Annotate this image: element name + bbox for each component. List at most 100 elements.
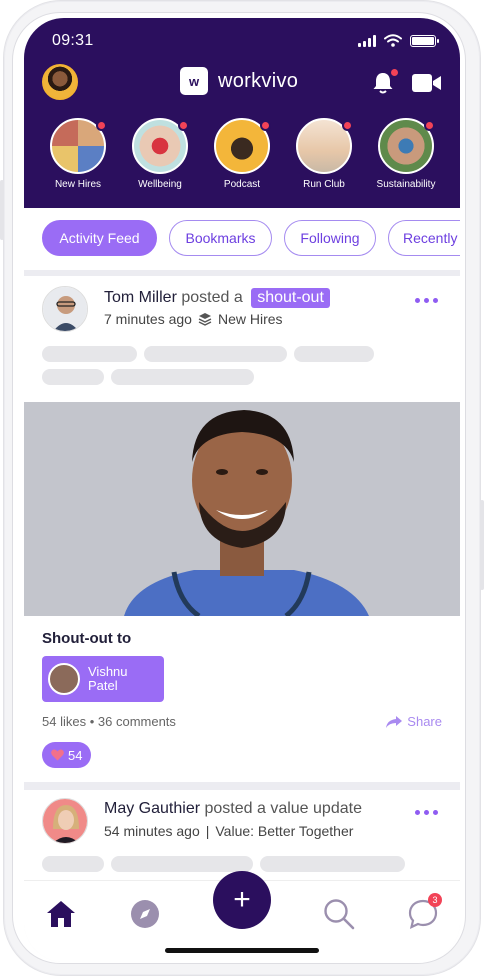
post-header: May Gauthier posted a value update: [104, 800, 362, 818]
shout-out-title: Shout-out to: [42, 630, 132, 647]
story-podcast[interactable]: Podcast: [202, 118, 282, 190]
post-photo[interactable]: [24, 402, 460, 616]
filter-recently[interactable]: Recently: [388, 220, 460, 256]
reaction-pill[interactable]: 54: [42, 742, 92, 768]
reaction-count: 54: [68, 747, 83, 763]
status-icons: [358, 34, 439, 47]
story-new-dot: [342, 120, 353, 131]
likes-count[interactable]: 54 likes: [42, 714, 86, 729]
recipient-avatar: [48, 663, 80, 695]
wifi-icon: [384, 34, 402, 47]
notification-dot: [389, 67, 400, 78]
text-placeholder: [42, 856, 104, 872]
nav-home[interactable]: [44, 897, 78, 931]
story-new-dot: [424, 120, 435, 131]
home-icon: [47, 901, 75, 927]
shout-out-recipient[interactable]: Vishnu Patel: [42, 656, 164, 702]
story-label: Run Club: [303, 179, 345, 190]
story-new-hires[interactable]: New Hires: [38, 118, 118, 190]
share-label: Share: [407, 714, 442, 729]
video-icon: [412, 74, 441, 92]
post-stats: 54 likes • 36 comments: [42, 714, 176, 729]
story-new-dot: [96, 120, 107, 131]
logo-mark: w: [180, 67, 208, 95]
text-placeholder: [144, 346, 287, 362]
video-button[interactable]: [412, 73, 442, 93]
app-screen: 09:31 w workvivo New Hires Wellbeing Pod…: [24, 18, 460, 962]
filter-activity-feed[interactable]: Activity Feed: [42, 220, 157, 256]
post-card: Tom Miller posted a shout-out 7 minutes …: [24, 276, 460, 782]
post-space[interactable]: New Hires: [218, 311, 283, 327]
author-name[interactable]: May Gauthier: [104, 800, 200, 817]
logo-text: workvivo: [218, 69, 299, 92]
story-label: Sustainability: [376, 179, 436, 190]
bottom-nav: + 3: [24, 871, 460, 962]
share-icon: [386, 715, 403, 728]
app-logo: w workvivo: [180, 67, 298, 95]
text-placeholder: [294, 346, 374, 362]
messages-badge: 3: [428, 893, 442, 907]
notifications-button[interactable]: [370, 67, 400, 96]
signal-icon: [358, 34, 376, 47]
stats-separator: •: [89, 714, 95, 729]
status-bar: 09:31: [24, 18, 460, 62]
profile-avatar[interactable]: [42, 64, 78, 100]
author-avatar[interactable]: [42, 286, 88, 332]
post-meta: 54 minutes ago | Value: Better Together: [104, 823, 353, 839]
comments-count[interactable]: 36 comments: [98, 714, 176, 729]
home-indicator: [165, 948, 319, 953]
filter-bookmarks[interactable]: Bookmarks: [169, 220, 272, 256]
story-new-dot: [260, 120, 271, 131]
status-time: 09:31: [52, 32, 94, 49]
post-action: posted a: [181, 289, 243, 306]
post-action: posted a value update: [204, 800, 362, 817]
post-header: Tom Miller posted a shout-out: [104, 288, 330, 308]
compass-icon: [131, 900, 159, 928]
story-image: [214, 118, 271, 174]
text-placeholder: [111, 856, 253, 872]
story-image: [378, 118, 435, 174]
story-label: Podcast: [223, 179, 261, 190]
phone-side-button: [0, 180, 4, 240]
stories-row: New Hires Wellbeing Podcast Run Club Sus…: [24, 118, 460, 198]
text-placeholder: [42, 369, 104, 385]
search-icon: [324, 899, 355, 930]
create-post-button[interactable]: +: [213, 871, 271, 929]
text-placeholder: [111, 369, 254, 385]
story-new-dot: [178, 120, 189, 131]
nav-messages[interactable]: 3: [406, 893, 442, 931]
app-header: 09:31 w workvivo New Hires Wellbeing Pod…: [24, 18, 460, 208]
nav-search[interactable]: [322, 897, 356, 931]
more-options-button[interactable]: [415, 298, 438, 303]
recipient-first-name: Vishnu: [88, 664, 128, 679]
phone-side-button: [480, 500, 484, 590]
heart-icon: [51, 749, 64, 761]
text-placeholder: [42, 346, 137, 362]
author-name[interactable]: Tom Miller: [104, 289, 177, 306]
nav-explore[interactable]: [128, 897, 162, 931]
post-value: Value: Better Together: [215, 823, 354, 839]
top-bar: w workvivo: [24, 64, 460, 104]
more-options-button[interactable]: [415, 810, 438, 815]
story-run-club[interactable]: Run Club: [284, 118, 364, 190]
story-label: Wellbeing: [138, 179, 182, 190]
recipient-name: Vishnu Patel: [88, 665, 128, 693]
story-sustainability[interactable]: Sustainability: [366, 118, 446, 190]
story-label: New Hires: [54, 179, 102, 190]
post-type-tag: shout-out: [251, 288, 330, 308]
share-button[interactable]: Share: [386, 714, 442, 729]
stack-icon: [198, 313, 212, 326]
post-time: 54 minutes ago: [104, 823, 200, 839]
battery-icon: [410, 34, 439, 47]
story-wellbeing[interactable]: Wellbeing: [120, 118, 200, 190]
recipient-last-name: Patel: [88, 678, 118, 693]
story-image: [132, 118, 189, 174]
meta-separator: |: [205, 823, 210, 839]
post-time: 7 minutes ago: [104, 311, 192, 327]
text-placeholder: [260, 856, 405, 872]
story-image: [50, 118, 107, 174]
feed-filters: Activity Feed Bookmarks Following Recent…: [24, 208, 460, 270]
post-meta: 7 minutes ago New Hires: [104, 311, 283, 327]
author-avatar[interactable]: [42, 798, 88, 844]
filter-following[interactable]: Following: [284, 220, 376, 256]
